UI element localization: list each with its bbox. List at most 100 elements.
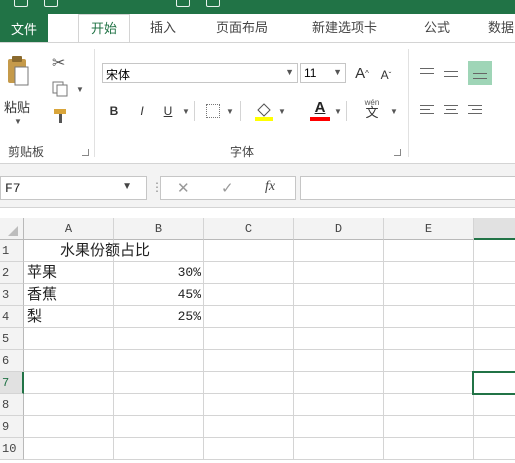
font-launcher-icon[interactable] (394, 149, 401, 156)
middle-align-icon[interactable] (444, 65, 460, 81)
align-left-icon[interactable] (420, 103, 436, 119)
tab-formulas[interactable]: 公式 (424, 14, 450, 42)
grid-cell[interactable] (114, 438, 204, 460)
grid-cell[interactable] (294, 438, 384, 460)
underline-dropdown-icon[interactable]: ▼ (182, 107, 190, 116)
tab-new[interactable]: 新建选项卡 (312, 14, 377, 42)
grid-cell[interactable] (204, 284, 294, 306)
grid-cell[interactable] (384, 262, 474, 284)
insert-function-icon[interactable]: fx (265, 179, 275, 195)
fill-color-dropdown-icon[interactable]: ▼ (278, 107, 286, 116)
grid-cell[interactable] (474, 262, 515, 284)
copy-icon[interactable] (52, 81, 68, 97)
paste-dropdown-icon[interactable]: ▼ (14, 117, 22, 126)
copy-dropdown-icon[interactable]: ▼ (76, 85, 84, 94)
top-align-icon[interactable] (420, 65, 436, 81)
paste-label[interactable]: 粘贴 (4, 97, 30, 116)
enter-icon[interactable]: ✓ (221, 179, 234, 197)
row-header-4[interactable]: 4 (0, 306, 24, 328)
grid-cell[interactable] (114, 394, 204, 416)
underline-button[interactable]: U (158, 101, 178, 121)
tab-file[interactable]: 文件 (0, 14, 48, 42)
column-header-a[interactable]: A (24, 218, 114, 240)
row-header-9[interactable]: 9 (0, 416, 24, 438)
grid-cell[interactable] (474, 240, 515, 262)
grid-cell[interactable] (474, 350, 515, 372)
grid-cell[interactable] (294, 350, 384, 372)
grid-cell[interactable] (384, 416, 474, 438)
grow-font-button[interactable]: A ^ (352, 63, 372, 83)
grid-cell[interactable] (24, 350, 114, 372)
grid-cell[interactable] (294, 240, 384, 262)
tab-page-layout[interactable]: 页面布局 (216, 14, 268, 42)
italic-button[interactable]: I (132, 101, 152, 121)
grid-cell[interactable] (384, 372, 474, 394)
grid-cell[interactable] (474, 438, 515, 460)
column-header-e[interactable]: E (384, 218, 474, 240)
align-right-icon[interactable] (468, 103, 484, 119)
column-header-d[interactable]: D (294, 218, 384, 240)
font-color-button[interactable]: A (310, 99, 330, 121)
font-color-dropdown-icon[interactable]: ▼ (334, 107, 342, 116)
grid-cell[interactable] (24, 372, 114, 394)
grid-cell[interactable] (204, 350, 294, 372)
grid-cell[interactable] (204, 394, 294, 416)
align-center-icon[interactable] (444, 103, 460, 119)
cell-b2[interactable]: 30% (114, 262, 201, 284)
bottom-align-button[interactable] (468, 61, 492, 85)
row-header-10[interactable]: 10 (0, 438, 24, 460)
tab-home[interactable]: 开始 (78, 14, 130, 42)
row-header-5[interactable]: 5 (0, 328, 24, 350)
formula-input[interactable] (300, 176, 515, 200)
print-preview-icon[interactable] (176, 0, 190, 7)
undo-icon[interactable] (44, 0, 58, 7)
grid-cell[interactable] (204, 306, 294, 328)
grid-cell[interactable] (474, 306, 515, 328)
save-icon[interactable] (14, 0, 28, 7)
row-header-3[interactable]: 3 (0, 284, 24, 306)
grid-cell[interactable] (24, 416, 114, 438)
grid-cell[interactable] (114, 372, 204, 394)
column-header-b[interactable]: B (114, 218, 204, 240)
font-size-select[interactable]: 11 ▼ (300, 63, 346, 83)
column-header-c[interactable]: C (204, 218, 294, 240)
grid-cell[interactable] (474, 284, 515, 306)
row-header-1[interactable]: 1 (0, 240, 24, 262)
grid-cell[interactable] (294, 416, 384, 438)
phonetic-dropdown-icon[interactable]: ▼ (390, 107, 398, 116)
grid-cell[interactable] (114, 328, 204, 350)
borders-icon[interactable] (206, 104, 220, 118)
grid-cell[interactable] (384, 284, 474, 306)
active-cell-selection[interactable] (472, 371, 515, 395)
row-header-7[interactable]: 7 (0, 372, 24, 394)
cell-a2[interactable]: 苹果 (27, 262, 57, 284)
grid-cell[interactable] (384, 350, 474, 372)
borders-dropdown-icon[interactable]: ▼ (226, 107, 234, 116)
name-box[interactable]: F7 ▼ (0, 176, 147, 200)
grid-cell[interactable] (24, 394, 114, 416)
grid-cell[interactable] (204, 416, 294, 438)
bold-button[interactable]: B (104, 101, 124, 121)
fill-color-button[interactable] (254, 101, 274, 121)
grid-cell[interactable] (294, 262, 384, 284)
grid-cell[interactable] (474, 394, 515, 416)
cell-a3[interactable]: 香蕉 (27, 284, 57, 306)
grid-cell[interactable] (204, 438, 294, 460)
grid-cell[interactable] (294, 394, 384, 416)
cell-b3[interactable]: 45% (114, 284, 201, 306)
grid-cell[interactable] (114, 416, 204, 438)
column-header-f[interactable]: F (474, 218, 515, 240)
grid-cell[interactable] (294, 328, 384, 350)
grid-cell[interactable] (474, 416, 515, 438)
open-icon[interactable] (206, 0, 220, 7)
grid-cell[interactable] (24, 328, 114, 350)
row-header-8[interactable]: 8 (0, 394, 24, 416)
row-header-2[interactable]: 2 (0, 262, 24, 284)
grid-cell[interactable] (114, 350, 204, 372)
cell-b4[interactable]: 25% (114, 306, 201, 328)
shrink-font-button[interactable]: Aˇ (376, 65, 396, 85)
cell-a1[interactable]: 水果份额占比 (60, 240, 150, 262)
select-all-corner[interactable] (0, 218, 24, 240)
phonetic-button[interactable]: wén 文 (360, 98, 384, 119)
grid-cell[interactable] (294, 372, 384, 394)
